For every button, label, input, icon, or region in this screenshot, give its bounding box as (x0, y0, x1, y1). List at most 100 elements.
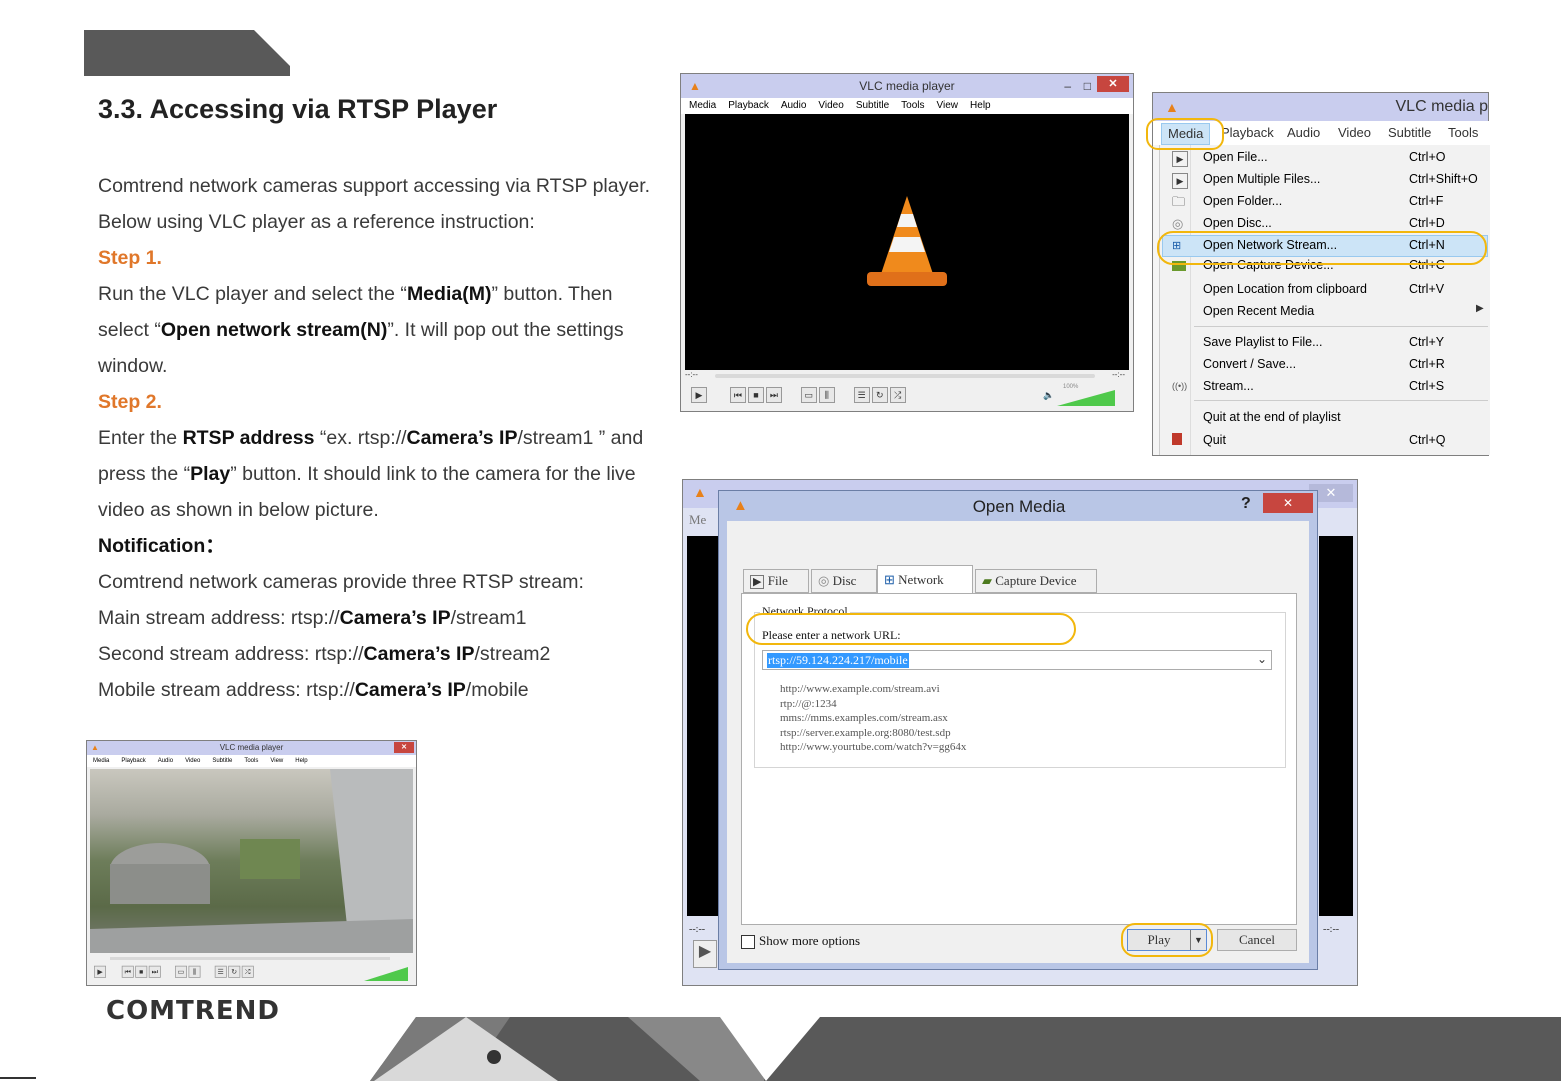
loop-icon[interactable]: ↻ (871, 386, 888, 403)
next-icon[interactable]: ⏭ (148, 965, 161, 978)
menu-audio[interactable]: Audio (1287, 121, 1320, 145)
menu-audio[interactable]: Audio (158, 758, 173, 764)
vlc-menubar: Media Playback Audio Video Subtitle Tools View… (681, 98, 1133, 114)
stop-icon[interactable]: ■ (135, 965, 148, 978)
fullscreen-icon[interactable]: ▭ (174, 965, 187, 978)
tab-file[interactable]: ▶ File (743, 569, 809, 593)
volume-icon[interactable]: 🔈 (1043, 390, 1054, 401)
seek-bar[interactable] (715, 374, 1095, 378)
notification-text: Comtrend network cameras provide three R… (98, 571, 584, 593)
loop-icon[interactable]: ↻ (228, 965, 241, 978)
header-tab (84, 30, 290, 76)
url-highlight-outline (746, 613, 1076, 645)
show-more-checkbox[interactable] (741, 935, 755, 949)
menu-tools[interactable]: Tools (244, 758, 258, 764)
menu-item-stream[interactable]: Stream... (1203, 379, 1254, 393)
menu-item-convert-save[interactable]: Convert / Save... (1203, 357, 1296, 371)
network-icon: ⊞ (884, 572, 895, 587)
menu-tools[interactable]: Tools (901, 100, 924, 111)
volume-slider[interactable] (1057, 390, 1117, 406)
menu-video[interactable]: Video (185, 758, 200, 764)
section-title: 3.3. Accessing via RTSP Player (98, 94, 498, 124)
next-icon[interactable]: ⏭ (765, 386, 782, 403)
fullscreen-icon[interactable]: ▭ (800, 386, 817, 403)
menu-subtitle[interactable]: Subtitle (212, 758, 232, 764)
example-urls: http://www.example.com/stream.avi rtp://… (780, 682, 966, 755)
vlc-cone-icon (867, 196, 947, 286)
vlc-controls: --:-- --:-- ▶ ⏮ ■ ⏭ ▭ ⫼ ☰ ↻ ⤮ 🔈 100% (685, 370, 1129, 408)
menu-item-open-file[interactable]: Open File... (1203, 150, 1268, 164)
menu-item-save-playlist[interactable]: Save Playlist to File... (1203, 335, 1323, 349)
cancel-button[interactable]: Cancel (1217, 929, 1297, 951)
menu-media[interactable]: Media (93, 758, 109, 764)
vlc-small-titlebar: ▲ VLC media player ✕ (87, 741, 416, 755)
vlc-window: ▲ VLC media player – □ ✕ Media Playback Au… (680, 73, 1134, 412)
vlc-logo-icon: ▲ (693, 484, 707, 500)
media-dropdown: ▶ Open File... Ctrl+O ▶ Open Multiple Fi… (1159, 145, 1490, 455)
menu-playback[interactable]: Playback (1221, 121, 1274, 145)
volume-slider[interactable] (364, 967, 410, 981)
menu-view[interactable]: View (270, 758, 283, 764)
chevron-down-icon[interactable]: ⌄ (1257, 652, 1267, 666)
play-file-icon: ▶ (1172, 173, 1188, 189)
seek-bar[interactable] (110, 957, 390, 960)
shuffle-icon[interactable]: ⤮ (241, 965, 254, 978)
play-icon[interactable]: ▶ (691, 386, 707, 403)
close-icon[interactable]: ✕ (1097, 76, 1129, 92)
close-icon[interactable]: ✕ (394, 742, 414, 753)
network-highlight-outline (1157, 231, 1487, 265)
menu-playback[interactable]: Playback (728, 100, 769, 111)
play-icon[interactable]: ▶ (94, 965, 106, 978)
shuffle-icon[interactable]: ⤮ (889, 386, 906, 403)
prev-icon[interactable]: ⏮ (729, 386, 746, 403)
menu-tools[interactable]: Tools (1448, 121, 1478, 145)
menu-video[interactable]: Video (1338, 121, 1371, 145)
menu-video[interactable]: Video (818, 100, 843, 111)
menu-media[interactable]: Media (689, 100, 716, 111)
menu-subtitle[interactable]: Subtitle (1388, 121, 1431, 145)
menu-gutter (1190, 145, 1191, 455)
equalizer-icon[interactable]: ⫼ (188, 965, 201, 978)
menu-item-open-disc[interactable]: Open Disc... (1203, 216, 1272, 230)
menu-help[interactable]: Help (970, 100, 991, 111)
footer-corner-mark (0, 1077, 36, 1079)
bg-play-icon: ▶ (693, 940, 717, 968)
shortcut-open-multiple: Ctrl+Shift+O (1409, 172, 1478, 186)
vlc-title: VLC media player (859, 79, 955, 93)
tab-network[interactable]: ⊞ Network (877, 565, 973, 595)
menu-subtitle[interactable]: Subtitle (856, 100, 889, 111)
equalizer-icon[interactable]: ⫼ (818, 386, 835, 403)
menu-playback[interactable]: Playback (121, 758, 145, 764)
url-input[interactable]: rtsp://59.124.224.217/mobile ⌄ (762, 650, 1272, 670)
menu-item-open-clipboard[interactable]: Open Location from clipboard (1203, 282, 1367, 296)
playlist-icon[interactable]: ☰ (214, 965, 227, 978)
menu-item-open-multiple[interactable]: Open Multiple Files... (1203, 172, 1320, 186)
vlc-logo-icon: ▲ (689, 79, 701, 93)
example-url: rtsp://server.example.org:8080/test.sdp (780, 726, 951, 739)
minimize-icon[interactable]: – (1064, 74, 1071, 98)
play-highlight-outline (1121, 923, 1213, 957)
menu-item-quit[interactable]: Quit (1203, 433, 1226, 447)
help-button[interactable]: ? (1241, 495, 1251, 513)
folder-icon: 🗀 (1172, 194, 1186, 209)
open-media-dialog: ▲ Open Media ? ✕ ▶ File ◎ Disc ⊞ Network… (718, 490, 1318, 970)
menu-view[interactable]: View (937, 100, 959, 111)
tab-capture-device[interactable]: ▰ Capture Device (975, 569, 1097, 593)
menu-item-open-folder[interactable]: Open Folder... (1203, 194, 1282, 208)
prev-icon[interactable]: ⏮ (121, 965, 134, 978)
menu-item-quit-end-playlist[interactable]: Quit at the end of playlist (1203, 410, 1341, 424)
tab-capture-label: Capture Device (995, 573, 1077, 588)
menu-item-open-recent[interactable]: Open Recent Media (1203, 304, 1314, 318)
vlc-titlebar: ▲ VLC media player – □ ✕ (681, 74, 1133, 98)
vlc-logo-icon: ▲ (91, 743, 99, 752)
dialog-close-button[interactable]: ✕ (1263, 493, 1313, 513)
playlist-icon[interactable]: ☰ (853, 386, 870, 403)
tab-disc[interactable]: ◎ Disc (811, 569, 877, 593)
example-url: http://www.yourtube.com/watch?v=gg64x (780, 741, 967, 753)
vlc-logo-icon: ▲ (1165, 99, 1179, 115)
menu-audio[interactable]: Audio (781, 100, 807, 111)
menu-help[interactable]: Help (295, 758, 307, 764)
menu-separator (1194, 326, 1488, 327)
maximize-icon[interactable]: □ (1084, 74, 1091, 98)
stop-icon[interactable]: ■ (747, 386, 764, 403)
